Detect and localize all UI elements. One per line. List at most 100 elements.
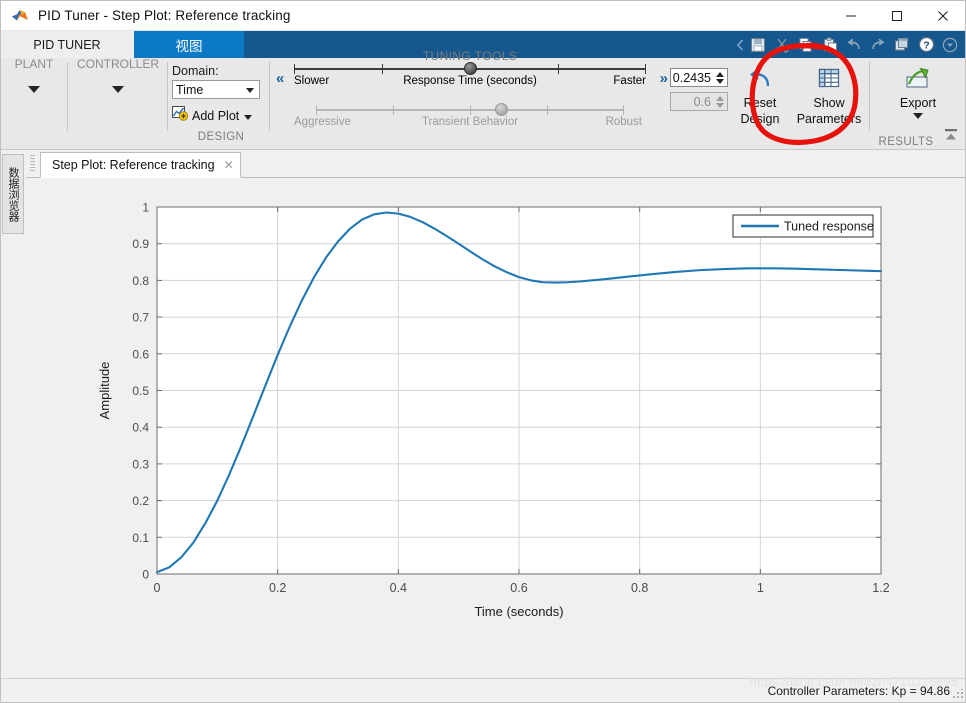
slider-tick — [645, 64, 646, 74]
close-button[interactable] — [920, 0, 966, 31]
svg-text:0.6: 0.6 — [132, 347, 149, 361]
response-slider-center-label: Response Time (seconds) — [403, 75, 537, 87]
response-slider-left-label: Slower — [294, 75, 330, 87]
quick-access-toolbar: ? — [735, 31, 966, 58]
show-parameters-label-line1: Show — [813, 96, 845, 110]
spin-down-icon[interactable] — [715, 78, 724, 84]
tab-bar-grip[interactable] — [30, 155, 35, 173]
ribbon: PLANT CONTROLLER Domain: Time Add Plot D… — [0, 49, 966, 150]
minimize-button[interactable] — [828, 0, 874, 31]
copy-icon[interactable] — [794, 31, 818, 58]
spin-up-icon[interactable] — [715, 71, 724, 77]
plant-chevron-down-icon[interactable] — [28, 86, 40, 93]
undo-icon[interactable] — [842, 31, 866, 58]
results-group-label: RESULTS — [878, 136, 934, 148]
ribbon-group-results: Export RESULTS — [870, 58, 966, 149]
close-icon[interactable]: ✕ — [224, 158, 234, 172]
cut-icon[interactable] — [770, 31, 794, 58]
transient-value-stepper[interactable]: 0.6 — [670, 92, 728, 111]
show-parameters-label-line2: Parameters — [796, 112, 862, 126]
collapse-ribbon-icon[interactable] — [942, 126, 960, 144]
domain-label: Domain: — [172, 64, 219, 78]
domain-select[interactable]: Time — [172, 80, 260, 99]
tab-pid-tuner[interactable]: PID TUNER — [0, 31, 134, 58]
export-button[interactable]: Export — [887, 58, 949, 119]
svg-text:1.2: 1.2 — [872, 581, 889, 595]
transient-slider-thumb[interactable] — [494, 103, 508, 116]
chevron-down-icon — [246, 88, 254, 93]
save-icon[interactable] — [746, 31, 770, 58]
legend-entry-label: Tuned response — [784, 220, 874, 234]
step-response-chart[interactable]: 0 0.1 0.2 0.3 0.4 0.5 0.6 0.7 0.8 0.9 1 0 0.2 0.4 0.6 0… — [26, 178, 966, 678]
add-plot-button[interactable]: Add Plot — [172, 105, 270, 126]
watermark: https://blog.csdn.net/zh4710216698 — [749, 675, 958, 689]
table-icon — [815, 64, 843, 94]
svg-text:0: 0 — [142, 568, 149, 582]
svg-text:0.1: 0.1 — [132, 531, 149, 545]
svg-text:0: 0 — [154, 581, 161, 595]
svg-text:1: 1 — [142, 201, 149, 215]
data-browser-label: 数据浏览器 — [7, 166, 19, 222]
slider-tick — [623, 105, 624, 115]
design-group-label: DESIGN — [197, 131, 245, 143]
redo-icon[interactable] — [866, 31, 890, 58]
maximize-button[interactable] — [874, 0, 920, 31]
slider-tick — [393, 105, 394, 115]
help-icon[interactable]: ? — [914, 31, 938, 58]
add-plot-label: Add Plot — [192, 108, 240, 123]
response-time-stepper[interactable]: 0.2435 — [670, 68, 728, 87]
more-options-icon[interactable] — [938, 31, 962, 58]
transient-slider-right-label: Robust — [605, 116, 642, 128]
slider-tick — [294, 64, 295, 74]
spin-up-icon[interactable] — [715, 95, 724, 101]
transient-spin-arrows[interactable] — [714, 95, 727, 108]
controller-label: CONTROLLER — [76, 57, 159, 71]
add-plot-icon — [172, 105, 189, 126]
svg-text:0.6: 0.6 — [510, 581, 527, 595]
plant-button[interactable]: PLANT — [0, 58, 68, 98]
expand-right-icon[interactable]: » — [660, 70, 668, 87]
reset-design-label-line1: Reset — [743, 96, 777, 110]
title-bar: PID Tuner - Step Plot: Reference trackin… — [0, 0, 966, 31]
svg-text:0.4: 0.4 — [132, 421, 149, 435]
ribbon-group-plant: PLANT — [0, 58, 68, 149]
reset-design-button[interactable]: Reset Design — [732, 58, 788, 126]
work-area: 数据浏览器 Step Plot: Reference tracking ✕ St… — [0, 150, 966, 678]
document-tab-step-plot[interactable]: Step Plot: Reference tracking ✕ — [40, 152, 241, 178]
spin-down-icon[interactable] — [715, 102, 724, 108]
export-chevron-down-icon[interactable] — [913, 113, 923, 119]
svg-text:0.3: 0.3 — [132, 457, 149, 471]
slider-tick — [382, 64, 383, 74]
window-title: PID Tuner - Step Plot: Reference trackin… — [38, 7, 291, 23]
tab-view[interactable]: 视图 — [134, 31, 244, 58]
window-controls — [828, 0, 966, 31]
transient-slider-left-label: Aggressive — [294, 116, 351, 128]
paste-icon[interactable] — [818, 31, 842, 58]
response-time-spin-arrows[interactable] — [714, 71, 727, 84]
response-time-slider-thumb[interactable] — [464, 62, 477, 75]
transient-slider-center-label: Transient Behavior — [421, 116, 519, 128]
response-time-slider[interactable]: Slower Response Time (seconds) Faster — [294, 62, 646, 89]
svg-text:?: ? — [923, 39, 929, 51]
ribbon-group-design: Domain: Time Add Plot DESIGN — [168, 58, 270, 149]
svg-text:0.2: 0.2 — [269, 581, 286, 595]
transient-behavior-slider[interactable]: Aggressive Transient Behavior Robust — [294, 103, 642, 130]
slider-tick — [316, 105, 317, 115]
domain-value: Time — [176, 82, 204, 97]
expand-left-icon[interactable]: « — [276, 70, 284, 87]
data-browser-side-tab[interactable]: 数据浏览器 — [2, 154, 24, 234]
document-tab-label: Step Plot: Reference tracking — [52, 158, 215, 172]
controller-button[interactable]: CONTROLLER — [68, 58, 168, 98]
add-plot-chevron-down-icon[interactable] — [244, 115, 253, 120]
windows-icon[interactable] — [890, 31, 914, 58]
svg-text:0.2: 0.2 — [132, 494, 149, 508]
tuning-tools-group-label: TUNING TOOLS — [422, 49, 518, 63]
show-parameters-button[interactable]: Show Parameters — [788, 58, 870, 126]
x-axis-label: Time (seconds) — [474, 604, 563, 619]
controller-chevron-down-icon[interactable] — [112, 86, 124, 93]
chart-legend[interactable]: Tuned response — [732, 214, 874, 238]
resize-grip[interactable] — [952, 689, 963, 700]
response-time-value: 0.2435 — [672, 70, 711, 85]
y-axis-label: Amplitude — [97, 362, 112, 420]
undo-arrow-icon — [746, 64, 774, 94]
